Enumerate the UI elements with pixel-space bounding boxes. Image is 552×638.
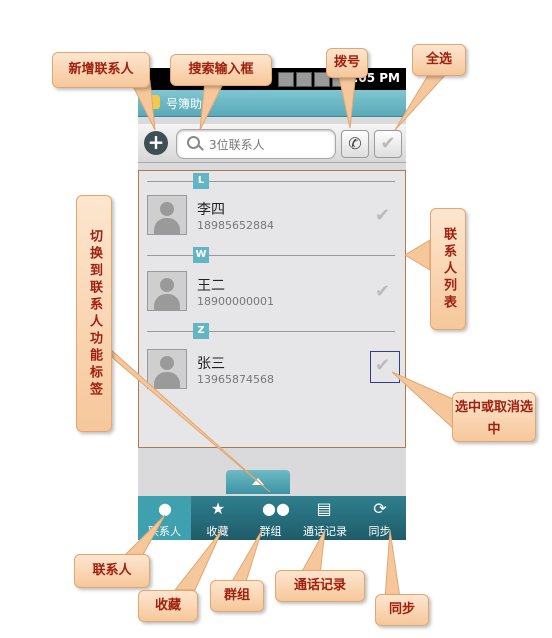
toolbar: + 3位联系人 ✆ ✔ [138, 124, 406, 163]
signal-icon [296, 72, 312, 87]
app-titlebar: 号簿助手 [138, 90, 406, 117]
app-icon [146, 95, 160, 109]
group-icon: ●● [262, 499, 290, 518]
tab-label: 同步 [368, 525, 391, 538]
tab-call-log[interactable]: ▤ 通话记录 [297, 496, 353, 540]
tab-label: 通话记录 [303, 525, 347, 538]
avatar [147, 271, 187, 311]
dial-button[interactable]: ✆ [341, 130, 369, 158]
star-icon: ★ [210, 499, 226, 518]
select-all-button[interactable]: ✔ [374, 130, 402, 158]
sync-icon: ⟳ [373, 499, 387, 518]
select-checkbox[interactable]: ✔ [375, 281, 390, 302]
callout-tab-favorites: 收藏 [138, 590, 198, 622]
search-placeholder: 3位联系人 [209, 138, 265, 152]
section-letter: W [193, 247, 209, 263]
callout-search-input: 搜索输入框 [170, 54, 272, 86]
tab-contacts[interactable]: ● 联系人 [138, 496, 191, 540]
tab-favorites[interactable]: ★ 收藏 [191, 496, 244, 540]
callout-tab-contacts: 联系人 [74, 554, 150, 588]
tab-label: 联系人 [148, 525, 181, 538]
search-icon [187, 136, 200, 149]
plus-icon: + [147, 130, 165, 154]
callout-tab-calllog: 通话记录 [275, 570, 365, 602]
app-title: 号簿助手 [166, 97, 215, 111]
avatar [147, 195, 187, 235]
tab-bar: ● 联系人 ★ 收藏 ●● 群组 ▤ 通话记录 ⟳ 同步 [138, 496, 406, 540]
tab-label: 群组 [259, 525, 282, 538]
tab-sync[interactable]: ⟳ 同步 [353, 496, 406, 540]
contact-list: L 李四 18985652884 ✔ W 王二 18900000001 ✔ Z … [138, 170, 406, 448]
person-icon: ● [158, 499, 172, 518]
callout-contact-list: 联系人列表 [430, 208, 466, 330]
select-checkbox[interactable]: ✔ [375, 355, 390, 376]
contact-name[interactable]: 王二 [197, 275, 225, 295]
contact-phone: 18985652884 [197, 219, 274, 232]
contact-name[interactable]: 张三 [197, 353, 225, 373]
callout-tab-sync: 同步 [375, 594, 429, 626]
callout-dial: 拨号 [326, 48, 368, 78]
select-checkbox[interactable]: ✔ [375, 205, 390, 226]
call-log-icon: ▤ [316, 499, 332, 518]
contact-phone: 13965874568 [197, 373, 274, 386]
avatar [147, 349, 187, 389]
callout-toggle-select: 选中或取消选中 [452, 392, 536, 442]
drawer-handle[interactable] [226, 470, 290, 494]
callout-switch-tab: 切换到联系人功能标签 [76, 195, 112, 432]
section-divider [147, 331, 395, 332]
callout-select-all: 全选 [412, 44, 466, 76]
signal-icon [278, 72, 294, 87]
phone-screen: 3:05 PM 号簿助手 + 3位联系人 ✆ ✔ L 李四 1898565288… [138, 68, 406, 540]
section-letter: L [193, 173, 209, 189]
contact-name[interactable]: 李四 [197, 199, 225, 219]
callout-add-contact: 新增联系人 [52, 52, 150, 88]
add-contact-button[interactable]: + [144, 131, 168, 155]
callout-tab-groups: 群组 [210, 580, 264, 612]
check-icon: ✔ [380, 133, 396, 154]
contact-phone: 18900000001 [197, 295, 274, 308]
phone-icon: ✆ [348, 134, 362, 153]
tab-groups[interactable]: ●● 群组 [244, 496, 297, 540]
section-divider [147, 255, 395, 256]
tab-label: 收藏 [206, 525, 229, 538]
section-divider [147, 181, 395, 182]
section-letter: Z [193, 323, 209, 339]
arrow-up-icon [252, 478, 264, 485]
search-input[interactable]: 3位联系人 [176, 129, 336, 159]
